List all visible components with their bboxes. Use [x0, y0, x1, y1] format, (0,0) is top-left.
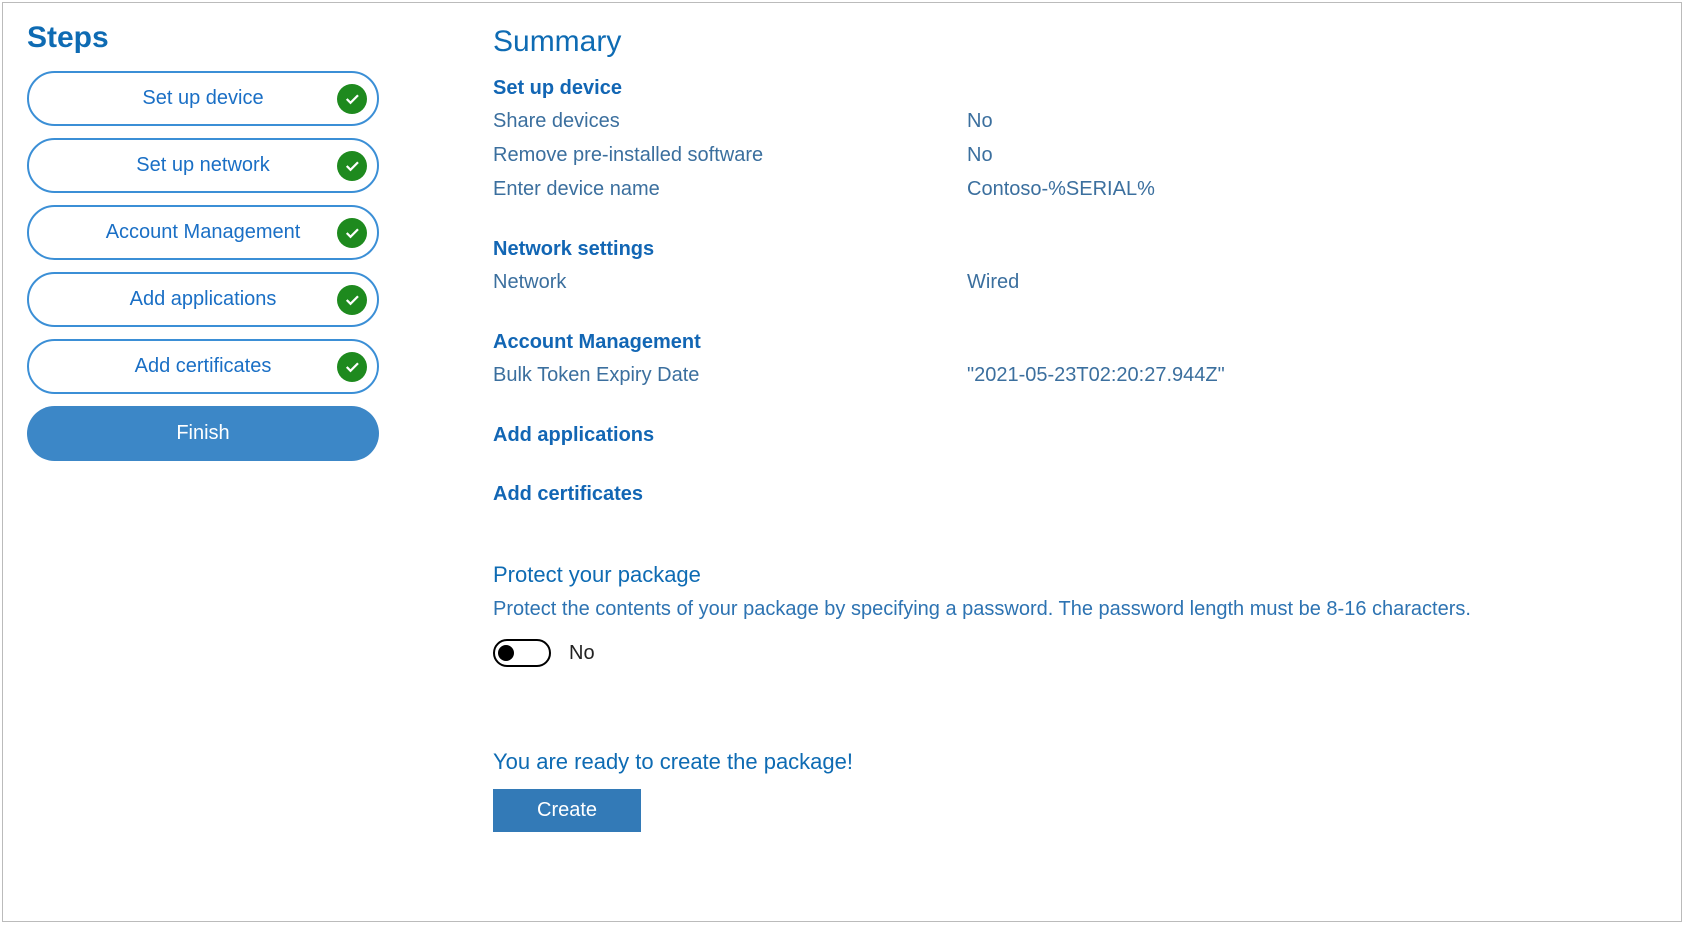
check-icon	[337, 352, 367, 382]
step-setup-network[interactable]: Set up network	[27, 138, 379, 193]
check-icon	[337, 218, 367, 248]
step-label: Set up device	[142, 87, 263, 110]
protect-package-title: Protect your package	[493, 562, 1641, 588]
protect-toggle-row: No	[493, 639, 1641, 667]
step-label: Set up network	[136, 154, 269, 177]
step-label: Add certificates	[135, 355, 272, 378]
summary-row: Remove pre-installed software No	[493, 138, 1641, 172]
step-finish[interactable]: Finish	[27, 406, 379, 461]
section-header-network: Network settings	[493, 238, 1641, 261]
summary-label: Enter device name	[493, 172, 967, 206]
section-header-applications: Add applications	[493, 424, 1641, 447]
section-header-setup-device: Set up device	[493, 77, 1641, 100]
summary-value: No	[967, 138, 1641, 172]
toggle-knob-icon	[498, 645, 514, 661]
protect-toggle-state: No	[569, 642, 595, 665]
check-icon	[337, 151, 367, 181]
section-header-account: Account Management	[493, 331, 1641, 354]
step-label: Finish	[176, 422, 229, 445]
sidebar-title: Steps	[27, 21, 379, 55]
app-window: Steps Set up device Set up network Accou…	[2, 2, 1682, 922]
create-button[interactable]: Create	[493, 789, 641, 832]
summary-row: Enter device name Contoso-%SERIAL%	[493, 172, 1641, 206]
step-add-certificates[interactable]: Add certificates	[27, 339, 379, 394]
summary-label: Bulk Token Expiry Date	[493, 358, 967, 392]
step-label: Add applications	[130, 288, 277, 311]
summary-value: Wired	[967, 265, 1641, 299]
protect-toggle[interactable]	[493, 639, 551, 667]
summary-value: "2021-05-23T02:20:27.944Z"	[967, 358, 1641, 392]
summary-label: Remove pre-installed software	[493, 138, 967, 172]
step-add-applications[interactable]: Add applications	[27, 272, 379, 327]
page-title: Summary	[493, 25, 1641, 59]
ready-message: You are ready to create the package!	[493, 749, 1641, 775]
steps-sidebar: Steps Set up device Set up network Accou…	[3, 3, 403, 921]
summary-row: Network Wired	[493, 265, 1641, 299]
summary-value: Contoso-%SERIAL%	[967, 172, 1641, 206]
summary-label: Share devices	[493, 104, 967, 138]
summary-row: Bulk Token Expiry Date "2021-05-23T02:20…	[493, 358, 1641, 392]
summary-label: Network	[493, 265, 967, 299]
step-setup-device[interactable]: Set up device	[27, 71, 379, 126]
check-icon	[337, 285, 367, 315]
summary-row: Share devices No	[493, 104, 1641, 138]
protect-package-description: Protect the contents of your package by …	[493, 598, 1641, 621]
section-header-certificates: Add certificates	[493, 483, 1641, 506]
step-label: Account Management	[106, 221, 301, 244]
step-account-management[interactable]: Account Management	[27, 205, 379, 260]
main-panel: Summary Set up device Share devices No R…	[403, 3, 1681, 921]
check-icon	[337, 84, 367, 114]
summary-value: No	[967, 104, 1641, 138]
